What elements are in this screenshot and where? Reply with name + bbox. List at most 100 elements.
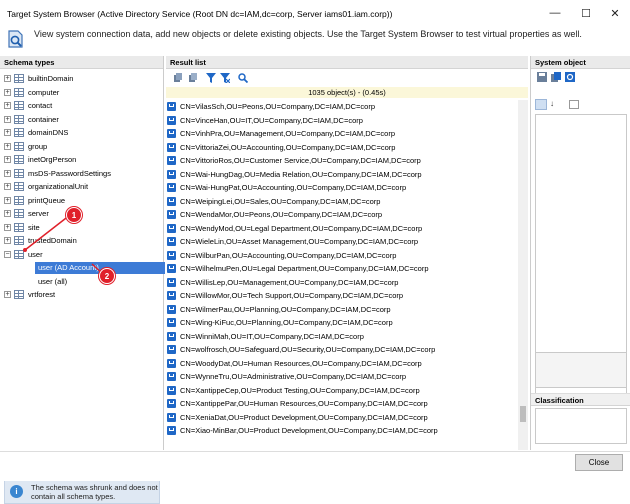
filter-icon[interactable] xyxy=(206,73,216,83)
minimize-button[interactable]: — xyxy=(540,3,570,23)
expand-icon[interactable]: + xyxy=(4,169,11,177)
result-scrollbar[interactable] xyxy=(518,100,528,450)
result-row-dn: CN=WilmerPau,OU=Planning,OU=Company,DC=I… xyxy=(180,304,391,314)
user-object-icon xyxy=(167,196,176,206)
expand-icon[interactable]: + xyxy=(4,102,11,109)
expand-icon[interactable]: + xyxy=(4,88,11,96)
schema-type-icon xyxy=(14,114,24,124)
sort-alpha-icon[interactable]: ↓ xyxy=(550,99,560,110)
user-object-icon xyxy=(167,318,176,327)
expand-icon[interactable]: + xyxy=(4,237,11,244)
user-object-icon xyxy=(167,426,176,435)
schema-item-label: trustedDomain xyxy=(28,236,77,245)
user-object-icon xyxy=(167,412,176,422)
expand-icon[interactable]: + xyxy=(4,183,11,190)
system-object-title: System object xyxy=(531,56,630,69)
schema-item-label: inetOrgPerson xyxy=(28,155,77,164)
system-object-panel: System object ↓ Classification xyxy=(530,56,630,450)
schema-item-label: server xyxy=(28,209,49,218)
expand-icon[interactable]: + xyxy=(4,129,11,136)
user-object-icon xyxy=(167,183,176,192)
result-list-panel: Result list 1035 object(s) - (0.45s) CN=… xyxy=(166,56,528,450)
title-bar: Target System Browser (Active Directory … xyxy=(0,0,630,26)
schema-item-label: organizationalUnit xyxy=(28,182,89,191)
result-row-dn: CN=wolfrosch,OU=Safeguard,OU=Security,OU… xyxy=(180,345,436,354)
delete-object-icon[interactable] xyxy=(188,73,198,83)
add-object-icon[interactable] xyxy=(173,73,183,83)
schema-types-panel: Schema types + builtinDomain + computer + con… xyxy=(0,56,165,504)
close-window-button[interactable]: ✕ xyxy=(600,3,630,23)
user-object-icon xyxy=(167,210,176,219)
expand-icon[interactable]: + xyxy=(4,115,11,123)
expand-icon[interactable]: + xyxy=(4,210,11,217)
expand-icon[interactable]: + xyxy=(4,223,11,231)
schema-item-label: msDS-PasswordSettings xyxy=(28,168,111,178)
expand-icon[interactable]: + xyxy=(4,196,11,204)
result-row-dn: CN=Wing-KiFuc,OU=Planning,OU=Company,DC=… xyxy=(180,318,393,327)
callout-badge-2: 2 xyxy=(99,268,115,284)
system-browser-icon xyxy=(8,30,23,48)
property-pages-icon[interactable] xyxy=(569,100,579,109)
maximize-button[interactable]: ☐ xyxy=(571,3,601,23)
schema-item-label: vrtforest xyxy=(28,290,56,299)
header: View system connection data, add new obj… xyxy=(0,26,630,53)
schema-note-text: The schema was shrunk and does not conta… xyxy=(31,483,158,501)
result-row-dn: CN=Wai-HungDag,OU=Media Relation,OU=Comp… xyxy=(180,169,422,179)
schema-types-title: Schema types xyxy=(0,56,163,69)
user-object-icon xyxy=(167,129,176,138)
result-row-dn: CN=VinhPra,OU=Management,OU=Company,DC=I… xyxy=(180,129,396,138)
user-object-icon xyxy=(167,277,176,287)
schema-type-icon xyxy=(14,155,24,164)
search-icon[interactable] xyxy=(238,73,248,83)
result-row-dn: CN=WillisLep,OU=Management,OU=Company,DC… xyxy=(180,277,399,287)
user-object-icon xyxy=(167,237,176,246)
classification-box[interactable] xyxy=(535,408,627,444)
scrollbar-thumb[interactable] xyxy=(520,406,526,422)
expand-icon[interactable]: + xyxy=(4,142,11,150)
result-row-dn: CN=WeipingLei,OU=Sales,OU=Company,DC=IAM… xyxy=(180,196,381,206)
expand-icon[interactable]: + xyxy=(4,75,11,82)
result-row-dn: CN=XantippeCep,OU=Product Testing,OU=Com… xyxy=(180,385,420,395)
result-row-dn: CN=XantippePar,OU=Human Resources,OU=Com… xyxy=(180,399,428,408)
save-icon[interactable] xyxy=(537,72,547,82)
result-row-dn: CN=WynneTru,OU=Administrative,OU=Company… xyxy=(180,372,407,381)
schema-type-icon xyxy=(14,222,24,232)
close-button[interactable]: Close xyxy=(575,454,623,471)
result-list-title: Result list xyxy=(166,56,528,69)
result-row-dn: CN=XeniaDat,OU=Product Development,OU=Co… xyxy=(180,412,428,422)
info-icon: i xyxy=(10,485,23,498)
schema-item-label: domainDNS xyxy=(28,128,69,137)
user-object-icon xyxy=(167,385,176,395)
window-title: Target System Browser (Active Directory … xyxy=(7,9,393,19)
result-row-dn: CN=VilasSch,OU=Peons,OU=Company,DC=IAM,D… xyxy=(180,102,376,111)
schema-type-icon xyxy=(14,168,24,178)
user-object-icon xyxy=(167,264,176,273)
user-object-icon xyxy=(167,358,176,368)
collapse-icon[interactable]: − xyxy=(4,250,11,258)
schema-type-icon xyxy=(14,141,24,151)
schema-type-icon xyxy=(14,128,24,137)
object-count: 1035 object(s) - (0.45s) xyxy=(166,87,528,98)
result-row-dn: CN=Xiao-MinBar,OU=Product Development,OU… xyxy=(180,426,438,435)
categorized-view-icon[interactable] xyxy=(535,99,547,110)
schema-item-label: site xyxy=(28,222,40,232)
classification-title: Classification xyxy=(531,393,630,406)
schema-type-icon xyxy=(14,236,24,245)
expand-icon[interactable]: + xyxy=(4,156,11,163)
expand-icon[interactable]: + xyxy=(4,291,11,298)
schema-type-icon xyxy=(14,101,24,110)
result-row-dn: CN=WendyMod,OU=Legal Department,OU=Compa… xyxy=(180,223,423,233)
result-row-dn: CN=WilburPan,OU=Accounting,OU=Company,DC… xyxy=(180,250,397,260)
clear-filter-icon[interactable] xyxy=(220,73,230,83)
user-object-icon xyxy=(167,223,176,233)
refresh-object-icon[interactable] xyxy=(565,72,575,82)
footer xyxy=(0,451,630,481)
user-object-icon xyxy=(167,291,176,300)
result-row-dn: CN=WendaMor,OU=Peons,OU=Company,DC=IAM,D… xyxy=(180,210,383,219)
schema-type-icon xyxy=(14,195,24,205)
schema-type-icon xyxy=(14,87,24,97)
user-object-icon xyxy=(167,331,176,341)
schema-subitem[interactable]: user (all) xyxy=(35,276,70,288)
copy-object-icon[interactable] xyxy=(551,72,561,82)
schema-type-icon xyxy=(14,182,24,191)
